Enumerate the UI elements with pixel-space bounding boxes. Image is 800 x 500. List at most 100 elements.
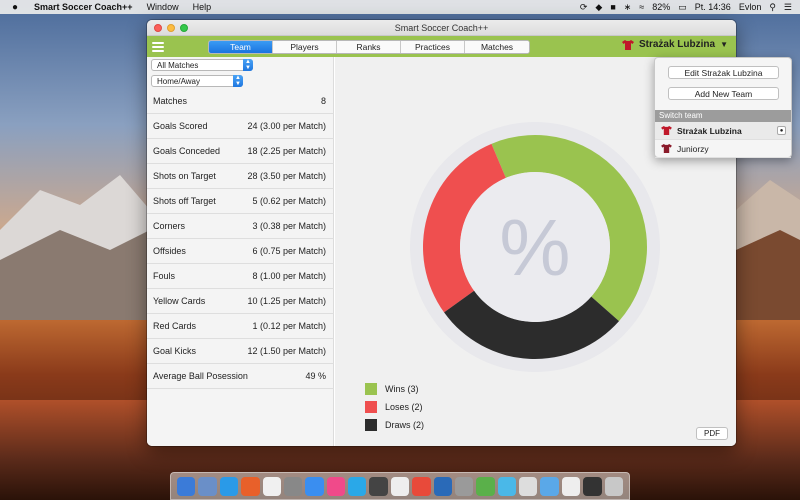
tab-matches[interactable]: Matches: [465, 41, 529, 53]
location-filter-select[interactable]: Home/Away ▲ ▼: [151, 75, 243, 87]
legend-label: Loses (2): [385, 402, 423, 412]
skype-icon[interactable]: [348, 476, 367, 496]
stat-row: Offsides 6 (0.75 per Match): [147, 239, 334, 264]
stat-value: 5 (0.62 per Match): [252, 196, 326, 206]
sync-icon[interactable]: ⟳: [580, 2, 588, 13]
stat-value: 3 (0.38 per Match): [252, 221, 326, 231]
chart-legend: Wins (3) Loses (2) Draws (2): [365, 383, 424, 437]
menu-bar: ● Smart Soccer Coach++ Window Help ⟳ ◆ ■…: [0, 0, 800, 14]
select-arrows-icon: ▲ ▼: [243, 59, 253, 71]
clock[interactable]: Pt. 14:36: [695, 2, 731, 12]
finder-icon[interactable]: [177, 476, 196, 496]
stat-label: Fouls: [153, 271, 176, 281]
safari-icon[interactable]: [219, 476, 239, 496]
spotlight-icon[interactable]: ⚲: [769, 2, 776, 13]
legend-item: Loses (2): [365, 401, 424, 413]
stats-list: Matches 8 Goals Scored 24 (3.00 per Match)…: [147, 89, 334, 389]
lock-icon: ●: [777, 126, 786, 135]
legend-swatch: [365, 419, 377, 431]
stat-label: Yellow Cards: [153, 296, 206, 306]
hamburger-menu-icon[interactable]: [152, 40, 164, 52]
location-filter-value: Home/Away: [157, 77, 200, 86]
stat-value: 10 (1.25 per Match): [247, 296, 326, 306]
wifi-icon[interactable]: ≈: [639, 2, 644, 12]
legend-item: Wins (3): [365, 383, 424, 395]
team-selector[interactable]: Strażak Lubzina ▼: [621, 39, 728, 50]
stat-label: Shots on Target: [153, 171, 216, 181]
legend-swatch: [365, 383, 377, 395]
stat-value: 18 (2.25 per Match): [247, 146, 326, 156]
calendar-icon[interactable]: [262, 476, 281, 496]
stat-label: Matches: [153, 96, 188, 106]
stat-label: Corners: [153, 221, 186, 231]
stat-label: Goals Scored: [153, 121, 208, 131]
stat-label: Red Cards: [153, 321, 197, 331]
app-status-icon[interactable]: ■: [610, 2, 615, 12]
team-switch-popover: Edit Strażak Lubzina Add New Team Switch…: [654, 57, 792, 158]
notes-app-icon[interactable]: [369, 476, 388, 496]
dock: [170, 472, 630, 500]
photos-icon[interactable]: [412, 476, 431, 496]
menu-help[interactable]: Help: [193, 2, 212, 12]
stat-value: 12 (1.50 per Match): [247, 346, 326, 356]
messages-icon[interactable]: [476, 476, 495, 496]
stat-row: Yellow Cards 10 (1.25 per Match): [147, 289, 334, 314]
trash-icon[interactable]: [604, 476, 623, 496]
app-store-icon[interactable]: [305, 476, 324, 496]
select-arrows-icon: ▲ ▼: [233, 75, 243, 87]
stat-row: Shots off Target 5 (0.62 per Match): [147, 189, 334, 214]
match-filter-select[interactable]: All Matches ▲ ▼: [151, 59, 253, 71]
battery-icon[interactable]: ▭: [678, 2, 687, 13]
system-preferences-icon[interactable]: [283, 476, 303, 496]
stat-label: Shots off Target: [153, 196, 216, 206]
textedit-icon[interactable]: [390, 476, 410, 496]
stat-row: Shots on Target 28 (3.50 per Match): [147, 164, 334, 189]
menu-window[interactable]: Window: [147, 2, 179, 12]
tab-practices[interactable]: Practices: [401, 41, 465, 53]
stat-row: Goals Scored 24 (3.00 per Match): [147, 114, 334, 139]
folder-icon[interactable]: [540, 476, 559, 496]
menu-status-area: ⟳ ◆ ■ ∗ ≈ 82% ▭ Pt. 14:36 Evlon ⚲ ☰: [580, 2, 792, 13]
mail-icon[interactable]: [561, 476, 581, 496]
stat-row: Fouls 8 (1.00 per Match): [147, 264, 334, 289]
xcode-icon[interactable]: [433, 476, 452, 496]
stat-value: 24 (3.00 per Match): [247, 121, 326, 131]
results-donut-chart: %: [410, 122, 660, 372]
stat-row: Corners 3 (0.38 per Match): [147, 214, 334, 239]
notification-center-icon[interactable]: ☰: [784, 2, 792, 13]
document-icon[interactable]: [519, 476, 538, 496]
bluetooth-icon[interactable]: ∗: [624, 2, 632, 13]
firefox-icon[interactable]: [241, 476, 260, 496]
add-new-team-button[interactable]: Add New Team: [668, 87, 779, 100]
title-bar: Smart Soccer Coach++: [147, 20, 736, 36]
stat-value: 8: [320, 96, 326, 106]
tab-team[interactable]: Team: [209, 41, 273, 53]
stat-row: Goal Kicks 12 (1.50 per Match): [147, 339, 334, 364]
legend-label: Draws (2): [385, 420, 425, 430]
downloads-icon[interactable]: [497, 476, 516, 496]
tab-players[interactable]: Players: [273, 41, 337, 53]
stat-value: 28 (3.50 per Match): [247, 171, 326, 181]
pdf-export-button[interactable]: PDF: [696, 427, 728, 440]
utility-icon[interactable]: [454, 476, 474, 496]
menu-app-name[interactable]: Smart Soccer Coach++: [34, 2, 133, 12]
stat-label: Goals Conceded: [153, 146, 221, 156]
team-option-strazak[interactable]: Strażak Lubzina ●: [655, 122, 791, 140]
music-icon[interactable]: [326, 476, 345, 496]
edit-team-button[interactable]: Edit Strażak Lubzina: [668, 66, 779, 79]
dropbox-icon[interactable]: ◆: [595, 2, 602, 13]
team-option-juniorzy[interactable]: Juniorzy: [655, 140, 791, 158]
app-window: Smart Soccer Coach++ Team Players Ranks …: [147, 20, 736, 446]
user-name[interactable]: Evlon: [739, 2, 762, 12]
apple-menu-icon[interactable]: ●: [8, 2, 22, 13]
stat-value: 6 (0.75 per Match): [252, 246, 326, 256]
tab-ranks[interactable]: Ranks: [337, 41, 401, 53]
terminal-icon[interactable]: [583, 476, 602, 496]
toolbar: Team Players Ranks Practices Matches Str…: [147, 36, 736, 57]
preview-icon[interactable]: [198, 476, 217, 496]
current-team-name: Strażak Lubzina: [638, 39, 716, 50]
team-shirt-icon: [661, 144, 672, 153]
legend-label: Wins (3): [385, 384, 419, 394]
stat-label: Goal Kicks: [153, 346, 197, 356]
battery-percent[interactable]: 82%: [652, 2, 670, 12]
